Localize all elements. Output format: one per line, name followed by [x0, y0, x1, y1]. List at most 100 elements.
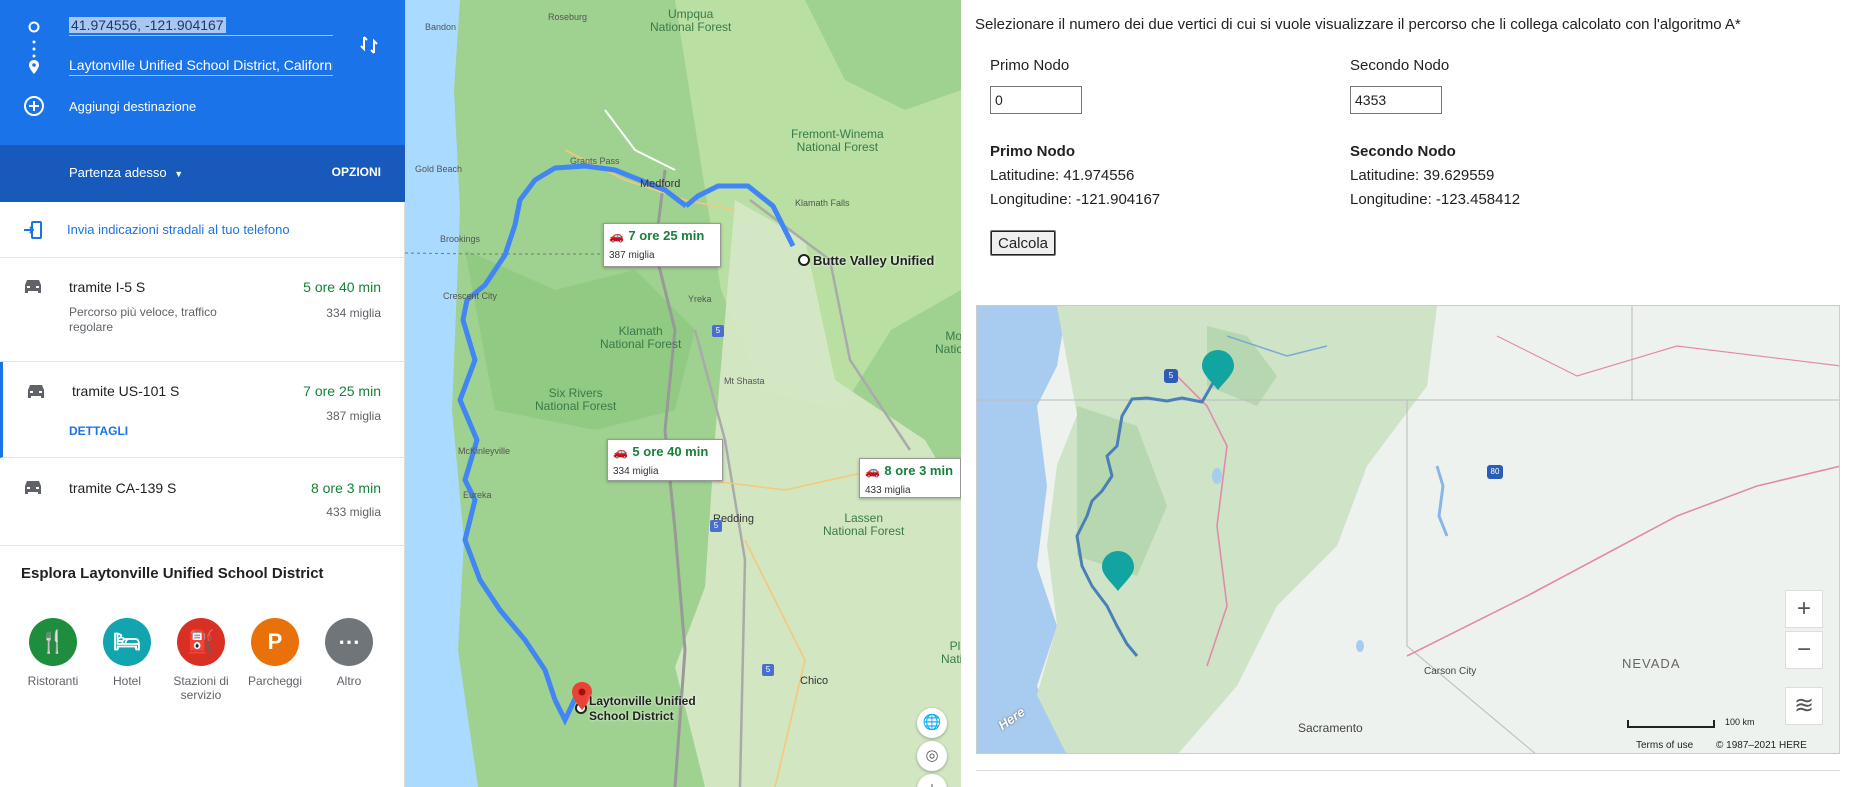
here-map[interactable]: 5 80 NEVADA Carson City Sacramento Here … [976, 305, 1840, 754]
here-map-terrain [977, 306, 1839, 753]
second-node-longitude: Longitudine: -123.458412 [1350, 191, 1521, 208]
origin-map-label: Butte Valley Unified [813, 253, 935, 268]
first-node-input[interactable] [990, 86, 1082, 114]
route-distance: 387 miglia [326, 409, 381, 423]
poi-more[interactable]: ⋯ Altro [314, 618, 384, 688]
route-time: 8 ore 3 min [310, 480, 381, 496]
calculate-button[interactable]: Calcola [990, 230, 1056, 256]
map-label: Bandon [425, 22, 457, 32]
poi-parking[interactable]: P Parcheggi [240, 618, 310, 688]
zoom-out-button[interactable]: − [1785, 631, 1823, 669]
first-node-label: Primo Nodo [990, 57, 1070, 74]
terms-link[interactable]: Terms of use [1636, 740, 1693, 751]
callout-distance: 433 miglia [865, 485, 911, 496]
details-link[interactable]: DETTAGLI [69, 424, 128, 438]
route-distance: 334 miglia [326, 306, 381, 320]
map-label: Carson City [1424, 666, 1477, 677]
first-node-longitude: Longitudine: -121.904167 [990, 191, 1161, 208]
divider [976, 770, 1840, 771]
copyright-text: © 1987–2021 HERE [1716, 740, 1807, 751]
map-label: Crescent City [443, 291, 498, 301]
poi-restaurants[interactable]: 🍴 Ristoranti [18, 618, 88, 688]
globe-icon[interactable]: 🌐 [917, 708, 947, 738]
map-label: Mt Shasta [724, 376, 765, 386]
depart-bar: Partenza adesso ▼ OPZIONI [0, 145, 405, 202]
second-node-label: Secondo Nodo [1350, 57, 1450, 74]
map-label: Fremont-Winema National Forest [791, 127, 884, 154]
explore-title: Esplora Laytonville Unified School Distr… [21, 565, 324, 582]
origin-dot-icon [28, 21, 40, 33]
route-option[interactable]: tramite I-5 S 5 ore 40 min Percorso più … [0, 258, 405, 362]
layers-icon[interactable]: ≋ [1785, 687, 1823, 725]
depart-select[interactable]: Partenza adesso ▼ [69, 165, 183, 180]
route-name: tramite CA-139 S [69, 480, 177, 496]
map-label: Six Rivers National Forest [535, 386, 617, 413]
callout-time: 5 ore 40 min [632, 444, 709, 459]
poi-gas[interactable]: ⛽ Stazioni di servizio [166, 618, 236, 702]
highway-shield: 5 [712, 325, 724, 337]
swap-icon[interactable] [357, 33, 381, 57]
map-label: Chico [800, 675, 829, 687]
poi-label: Ristoranti [27, 674, 79, 688]
zoom-in-button[interactable]: + [1785, 590, 1823, 628]
bed-icon: 🛏 [103, 618, 151, 666]
route-option[interactable]: tramite CA-139 S 8 ore 3 min 433 miglia [0, 458, 405, 546]
map-label: Grants Pass [570, 156, 620, 166]
fork-knife-icon: 🍴 [29, 618, 77, 666]
route-name: tramite US-101 S [72, 383, 180, 399]
second-node-title: Secondo Nodo [1350, 143, 1456, 160]
map-label: Eureka [463, 490, 492, 500]
route-callout[interactable]: 🚗 5 ore 40 min 334 miglia [607, 439, 723, 481]
options-button[interactable]: OPZIONI [332, 165, 381, 179]
map-label: Medford [640, 178, 681, 190]
map-label: Plu Nation [941, 639, 961, 666]
send-phone-link[interactable]: Invia indicazioni stradali al tuo telefo… [67, 222, 290, 237]
callout-time: 8 ore 3 min [884, 463, 954, 478]
car-icon: 🚗 [609, 229, 624, 243]
second-node-latitude: Latitudine: 39.629559 [1350, 167, 1495, 184]
map-label: NEVADA [1622, 656, 1681, 671]
destination-input[interactable]: Laytonville Unified School District, Cal… [69, 54, 333, 76]
origin-input[interactable]: 41.974556, -121.904167 [69, 14, 333, 36]
route-option-selected[interactable]: tramite US-101 S 7 ore 25 min 387 miglia… [0, 362, 405, 458]
callout-distance: 334 miglia [613, 466, 659, 477]
scale-bar [1627, 720, 1715, 728]
route-map[interactable]: Bandon Roseburg Umpqua National Forest G… [405, 0, 961, 787]
route-dots-icon [32, 40, 36, 58]
map-label: Brookings [440, 234, 481, 244]
send-phone-row[interactable]: Invia indicazioni stradali al tuo telefo… [0, 202, 405, 258]
route-callout[interactable]: 🚗 7 ore 25 min 387 miglia [603, 223, 721, 267]
poi-hotels[interactable]: 🛏 Hotel [92, 618, 162, 688]
add-destination-icon[interactable] [23, 95, 45, 117]
start-marker-icon [1202, 350, 1234, 390]
astar-page: Selezionare il numero dei due vertici di… [961, 0, 1851, 787]
route-name: tramite I-5 S [69, 279, 146, 295]
poi-label: Hotel [112, 674, 141, 688]
origin-text: 41.974556, -121.904167 [69, 17, 226, 33]
map-label: Lassen National Forest [823, 511, 905, 538]
map-label: Sacramento [1298, 721, 1363, 735]
my-location-icon[interactable]: ◎ [917, 741, 947, 771]
car-icon [25, 481, 41, 494]
end-marker-icon [1102, 551, 1134, 591]
send-to-phone-icon [24, 221, 42, 239]
route-distance: 433 miglia [326, 505, 381, 519]
car-icon: 🚗 [865, 464, 880, 478]
first-node-title: Primo Nodo [990, 143, 1075, 160]
more-icon: ⋯ [325, 618, 373, 666]
highway-shield: 5 [762, 664, 774, 676]
add-destination-link[interactable]: Aggiungi destinazione [69, 99, 196, 114]
map-label: Umpqua National Forest [650, 7, 732, 34]
directions-header: 41.974556, -121.904167 Laytonville Unifi… [0, 0, 405, 145]
route-note: Percorso più veloce, traffico regolare [69, 305, 217, 334]
second-node-input[interactable] [1350, 86, 1442, 114]
map-label: Gold Beach [415, 164, 463, 174]
destination-pin-icon [29, 60, 39, 74]
car-icon [25, 280, 41, 293]
route-callout[interactable]: 🚗 8 ore 3 min 433 miglia [859, 458, 961, 498]
gas-icon: ⛽ [177, 618, 225, 666]
poi-label: Parcheggi [247, 674, 303, 688]
route-time: 5 ore 40 min [303, 279, 381, 295]
callout-distance: 387 miglia [609, 250, 655, 261]
depart-label: Partenza adesso [69, 165, 167, 180]
